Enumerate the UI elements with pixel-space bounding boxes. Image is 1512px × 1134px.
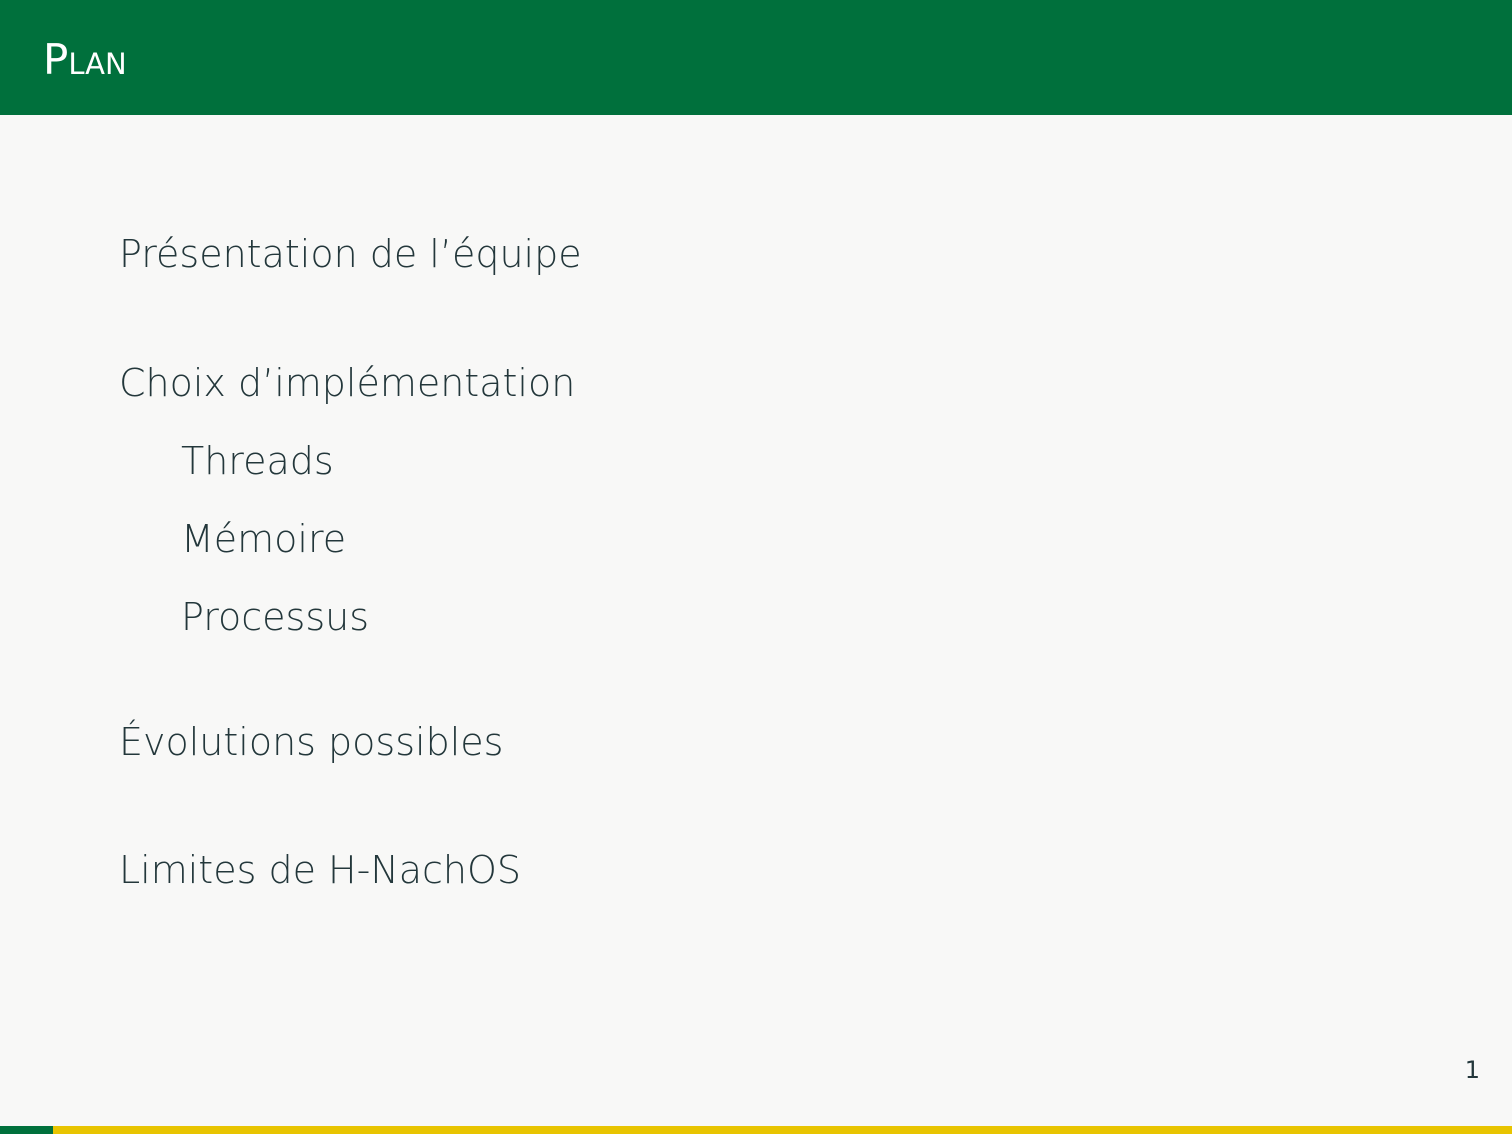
toc-subsection-threads[interactable]: Threads [181, 438, 334, 484]
page-number: 1 [1464, 1056, 1480, 1084]
toc-subsection-processes[interactable]: Processus [181, 594, 369, 640]
toc-section-possible-evolutions[interactable]: Évolutions possibles [119, 719, 503, 765]
toc-section-team-presentation[interactable]: Présentation de l’équipe [119, 231, 582, 277]
progress-bar-fill [0, 1126, 53, 1134]
table-of-contents: Présentation de l’équipe Choix d’impléme… [0, 0, 1512, 1134]
toc-section-limits[interactable]: Limites de H-NachOS [119, 847, 521, 893]
progress-bar-track [0, 1126, 1512, 1134]
toc-subsection-memory[interactable]: Mémoire [181, 516, 346, 562]
toc-section-implementation-choices[interactable]: Choix d’implémentation [119, 360, 575, 406]
